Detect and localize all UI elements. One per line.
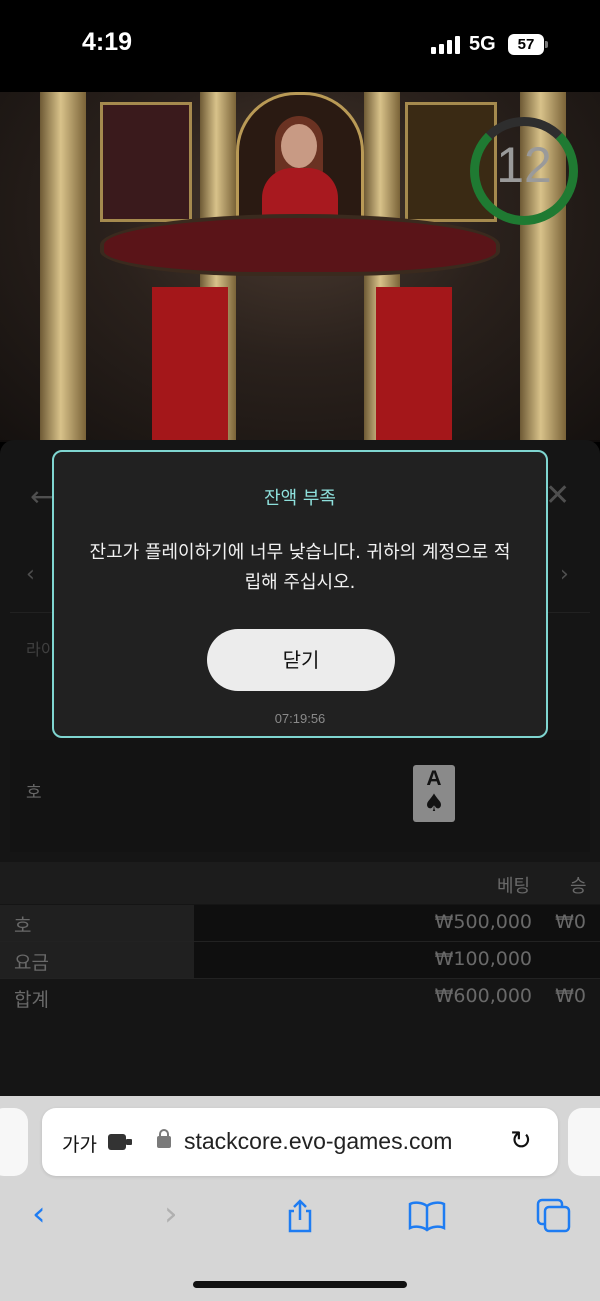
url-text[interactable]: stackcore.evo-games.com: [184, 1128, 452, 1155]
page-settings-button[interactable]: 가가: [62, 1130, 97, 1157]
dialog-timestamp: 07:19:56: [274, 711, 326, 726]
extension-icon[interactable]: [108, 1134, 132, 1150]
tabs-icon[interactable]: [536, 1198, 572, 1234]
reload-icon[interactable]: ↻: [510, 1126, 532, 1156]
lock-icon: [157, 1129, 171, 1148]
previous-tab-preview[interactable]: [0, 1108, 28, 1176]
dealer-head: [281, 124, 317, 168]
forward-icon[interactable]: ›: [164, 1194, 178, 1234]
battery-icon: 57: [508, 34, 544, 55]
table-leg-right: [376, 287, 452, 442]
countdown-timer: 12: [496, 137, 552, 193]
live-dealer-video: 12: [0, 92, 600, 442]
status-time: 4:19: [82, 28, 133, 56]
dialog-title: 잔액 부족: [264, 488, 336, 509]
dialog-message: 잔고가 플레이하기에 너무 낮습니다. 귀하의 계정으로 적립해 주십시오.: [89, 542, 511, 593]
home-indicator: [193, 1281, 407, 1288]
cellular-signal-icon: [431, 36, 461, 54]
bookmarks-icon[interactable]: [408, 1200, 446, 1232]
network-type: 5G: [469, 33, 496, 55]
share-icon[interactable]: [284, 1198, 316, 1234]
close-button[interactable]: 닫기: [207, 629, 395, 691]
next-tab-preview[interactable]: [568, 1108, 600, 1176]
back-icon[interactable]: ‹: [32, 1194, 46, 1234]
insufficient-balance-dialog: 잔액 부족 잔고가 플레이하기에 너무 낮습니다. 귀하의 계정으로 적립해 주…: [52, 450, 548, 738]
table-leg-left: [152, 287, 228, 442]
dragon-panel: [100, 102, 192, 222]
pillar-left: [40, 92, 86, 442]
battery-tip: [545, 41, 548, 48]
status-bar: 4:19 5G 57: [0, 0, 600, 92]
game-table: [100, 214, 500, 276]
